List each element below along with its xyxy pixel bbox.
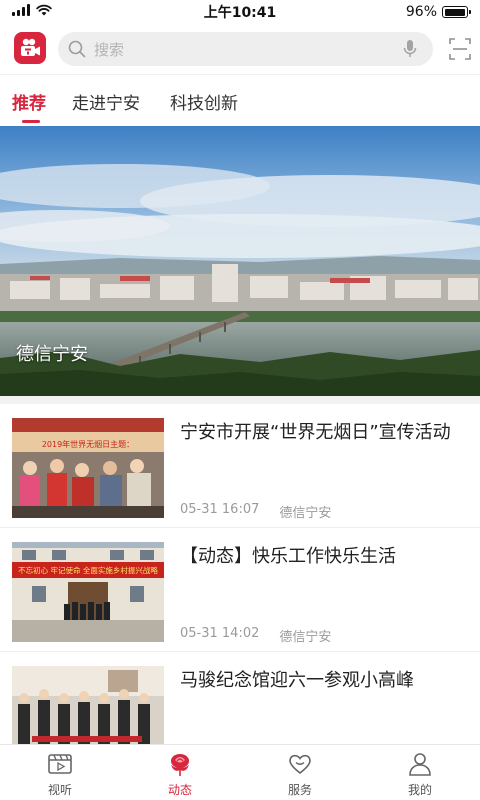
status-bar: 上午10:41 96% [0, 0, 480, 24]
battery-percent: 96% [405, 4, 437, 20]
status-right: 96% [405, 4, 471, 20]
search-icon [68, 40, 86, 58]
rose-icon [171, 754, 189, 776]
news-thumbnail: 不忘初心 牢记使命 全面实施乡村振兴战略 [12, 542, 164, 642]
nav-label: 服务 [287, 783, 312, 797]
nav-item-profile[interactable]: 我的 [360, 745, 480, 800]
news-source: 德信宁安 [279, 630, 332, 645]
microphone-icon[interactable] [403, 39, 417, 59]
news-source: 德信宁安 [279, 506, 332, 521]
active-tab-indicator [22, 120, 40, 123]
news-image: 2019年世界无烟日主题： [12, 418, 164, 518]
nav-item-video[interactable]: 视听 [0, 745, 120, 800]
news-date: 05-31 16:07 [180, 502, 260, 517]
nav-label: 动态 [167, 783, 192, 797]
battery-icon [442, 6, 471, 18]
heart-icon [289, 754, 311, 775]
section-divider [0, 396, 480, 404]
news-image: 不忘初心 牢记使命 全面实施乡村振兴战略 [12, 542, 164, 642]
tv-camera-icon [21, 38, 40, 56]
film-icon [48, 754, 72, 774]
nav-item-news[interactable]: 动态 [120, 745, 240, 800]
tab-tech-innovation[interactable]: 科技创新 [170, 89, 238, 114]
hero-banner[interactable]: 德信宁安 [0, 126, 480, 396]
battery-fill [444, 8, 465, 16]
news-title: 【动态】快乐工作快乐生活 [180, 546, 396, 567]
thumb-banner-text: 不忘初心 牢记使命 全面实施乡村振兴战略 [18, 565, 158, 575]
app-header: 搜索 [0, 24, 480, 74]
news-title: 马骏纪念馆迎六一参观小高峰 [180, 670, 414, 691]
news-date: 05-31 14:02 [180, 626, 260, 641]
status-left [12, 4, 52, 16]
category-tabs: 推荐 走进宁安 科技创新 [0, 74, 480, 126]
tab-recommend[interactable]: 推荐 [12, 89, 46, 114]
nav-label: 视听 [47, 783, 72, 797]
news-title: 宁安市开展“世界无烟日”宣传活动 [180, 422, 451, 443]
bottom-navigation: 视听 动态 服务 我的 [0, 744, 480, 800]
tab-explore-ningan[interactable]: 走进宁安 [72, 89, 140, 114]
news-thumbnail: 2019年世界无烟日主题： [12, 418, 164, 518]
news-meta: 05-31 14:02 德信宁安 [180, 626, 331, 645]
search-bar[interactable]: 搜索 [58, 32, 433, 66]
signal-icon [12, 4, 30, 16]
thumb-banner-text: 2019年世界无烟日主题： [42, 439, 134, 449]
status-time: 上午10:41 [203, 5, 277, 21]
nav-item-service[interactable]: 服务 [240, 745, 360, 800]
news-meta: 05-31 16:07 德信宁安 [180, 502, 331, 521]
app-logo[interactable] [14, 32, 46, 64]
news-item[interactable]: 2019年世界无烟日主题： 宁安市开展“世界无烟日”宣传活动 05-31 16:… [0, 404, 480, 528]
news-item[interactable]: 不忘初心 牢记使命 全面实施乡村振兴战略 【动态】快乐工作快乐生活 05-31 … [0, 528, 480, 652]
wifi-icon [36, 4, 52, 16]
search-placeholder: 搜索 [94, 40, 125, 59]
person-icon [409, 753, 431, 776]
scan-icon[interactable] [449, 38, 471, 60]
nav-label: 我的 [407, 783, 432, 797]
banner-caption: 德信宁安 [16, 344, 88, 365]
